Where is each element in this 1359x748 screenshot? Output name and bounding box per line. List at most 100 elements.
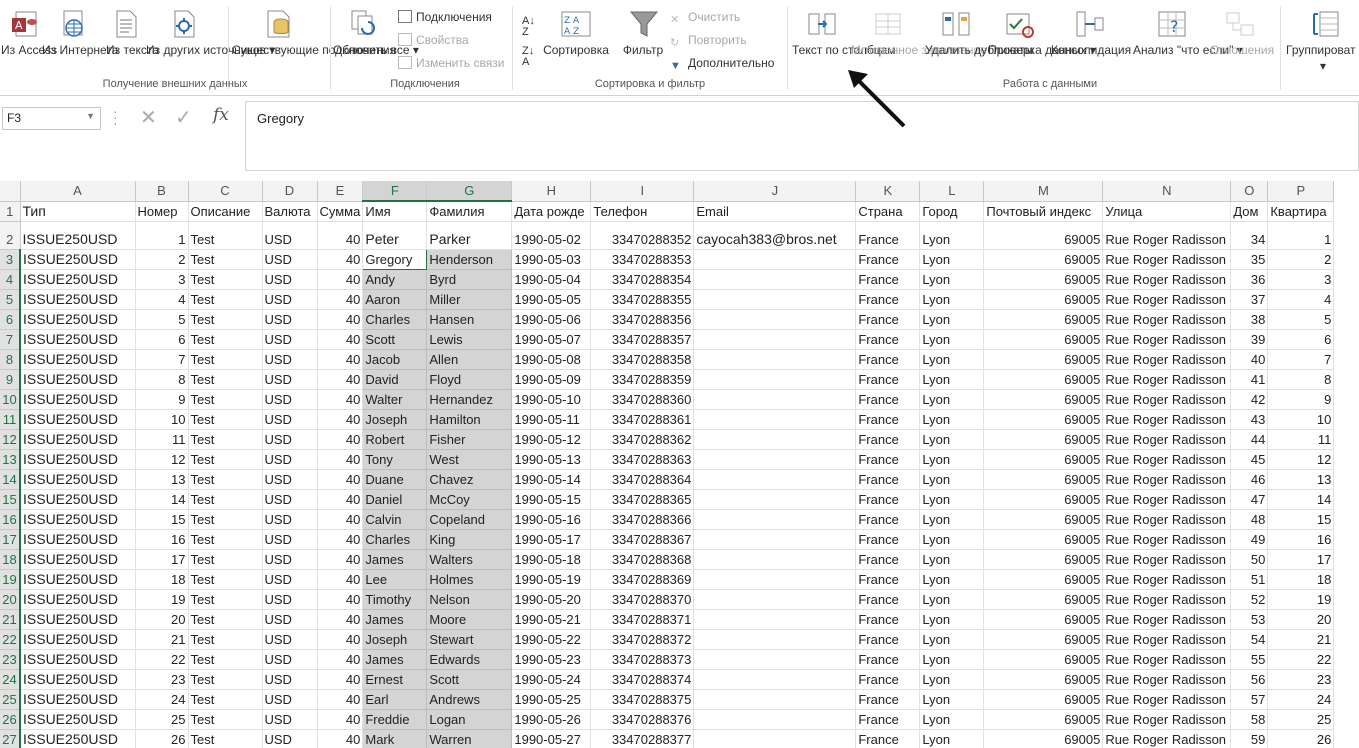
cell-C24[interactable]: Test <box>188 669 263 690</box>
cell-H25[interactable]: 1990-05-25 <box>511 689 592 710</box>
row-header[interactable]: 14 <box>0 469 21 490</box>
cell-B5[interactable]: 4 <box>135 289 189 310</box>
cell-F15[interactable]: Daniel <box>362 489 428 510</box>
flash-fill-button[interactable]: Мгновенное заполнение <box>851 42 987 58</box>
cell-C18[interactable]: Test <box>188 549 263 570</box>
row-header[interactable]: 26 <box>0 709 21 730</box>
cell-K3[interactable]: France <box>855 249 921 270</box>
cell-K23[interactable]: France <box>855 649 921 670</box>
cell-F8[interactable]: Jacob <box>362 349 428 370</box>
cell-E4[interactable]: 40 <box>317 269 364 290</box>
cell-B1[interactable]: Номер <box>135 201 189 222</box>
cell-O1[interactable]: Дом <box>1230 201 1269 222</box>
cell-I20[interactable]: 33470288370 <box>590 589 695 610</box>
cell-J12[interactable] <box>693 429 857 450</box>
cell-B17[interactable]: 16 <box>135 529 189 550</box>
cell-G3[interactable]: Henderson <box>426 249 513 270</box>
row-header[interactable]: 12 <box>0 429 21 450</box>
cell-B2[interactable]: 1 <box>135 221 189 250</box>
cell-M17[interactable]: 69005 <box>983 529 1104 550</box>
cell-N6[interactable]: Rue Roger Radisson <box>1102 309 1232 330</box>
refresh-all-button[interactable]: Обновить все ▾ <box>333 42 419 58</box>
column-header-A[interactable]: A <box>20 181 136 202</box>
cell-P15[interactable]: 14 <box>1267 489 1335 510</box>
cell-B7[interactable]: 6 <box>135 329 189 350</box>
cell-P12[interactable]: 11 <box>1267 429 1335 450</box>
cell-K12[interactable]: France <box>855 429 921 450</box>
cell-D19[interactable]: USD <box>262 569 318 590</box>
cell-H17[interactable]: 1990-05-17 <box>511 529 592 550</box>
cell-P8[interactable]: 7 <box>1267 349 1335 370</box>
cell-F19[interactable]: Lee <box>362 569 428 590</box>
cell-D16[interactable]: USD <box>262 509 318 530</box>
cell-N4[interactable]: Rue Roger Radisson <box>1102 269 1232 290</box>
cell-J3[interactable] <box>693 249 857 270</box>
cell-M20[interactable]: 69005 <box>983 589 1104 610</box>
cell-C10[interactable]: Test <box>188 389 263 410</box>
cell-F26[interactable]: Freddie <box>362 709 428 730</box>
cell-H9[interactable]: 1990-05-09 <box>511 369 592 390</box>
cell-C14[interactable]: Test <box>188 469 263 490</box>
cell-M26[interactable]: 69005 <box>983 709 1104 730</box>
cell-D20[interactable]: USD <box>262 589 318 610</box>
cell-G16[interactable]: Copeland <box>426 509 513 530</box>
column-header-B[interactable]: B <box>135 181 189 202</box>
cell-O14[interactable]: 46 <box>1230 469 1269 490</box>
cell-E18[interactable]: 40 <box>317 549 364 570</box>
cell-B9[interactable]: 8 <box>135 369 189 390</box>
cell-F9[interactable]: David <box>362 369 428 390</box>
cell-E16[interactable]: 40 <box>317 509 364 530</box>
cell-I25[interactable]: 33470288375 <box>590 689 695 710</box>
cell-I27[interactable]: 33470288377 <box>590 729 695 748</box>
cell-H1[interactable]: Дата рожде <box>511 201 592 222</box>
cell-F2[interactable]: Peter <box>362 221 428 250</box>
cell-H7[interactable]: 1990-05-07 <box>511 329 592 350</box>
cell-G24[interactable]: Scott <box>426 669 513 690</box>
cell-K6[interactable]: France <box>855 309 921 330</box>
cell-N8[interactable]: Rue Roger Radisson <box>1102 349 1232 370</box>
cell-E1[interactable]: Сумма <box>317 201 364 222</box>
cell-N3[interactable]: Rue Roger Radisson <box>1102 249 1232 270</box>
cell-D24[interactable]: USD <box>262 669 318 690</box>
cell-A4[interactable]: ISSUE250USD <box>20 269 136 290</box>
cell-L6[interactable]: Lyon <box>919 309 985 330</box>
cell-J25[interactable] <box>693 689 857 710</box>
column-header-K[interactable]: K <box>855 181 921 202</box>
cell-L9[interactable]: Lyon <box>919 369 985 390</box>
cell-B26[interactable]: 25 <box>135 709 189 730</box>
cell-D21[interactable]: USD <box>262 609 318 630</box>
cell-F20[interactable]: Timothy <box>362 589 428 610</box>
cell-F21[interactable]: James <box>362 609 428 630</box>
cell-H3[interactable]: 1990-05-03 <box>511 249 592 270</box>
cell-M11[interactable]: 69005 <box>983 409 1104 430</box>
cell-K20[interactable]: France <box>855 589 921 610</box>
cell-O4[interactable]: 36 <box>1230 269 1269 290</box>
row-header[interactable]: 15 <box>0 489 21 510</box>
cell-O13[interactable]: 45 <box>1230 449 1269 470</box>
row-header[interactable]: 5 <box>0 289 21 310</box>
cell-K13[interactable]: France <box>855 449 921 470</box>
cell-P25[interactable]: 24 <box>1267 689 1335 710</box>
cell-M25[interactable]: 69005 <box>983 689 1104 710</box>
cell-G7[interactable]: Lewis <box>426 329 513 350</box>
cell-M1[interactable]: Почтовый индекс <box>983 201 1104 222</box>
cell-C9[interactable]: Test <box>188 369 263 390</box>
cell-C15[interactable]: Test <box>188 489 263 510</box>
cell-A20[interactable]: ISSUE250USD <box>20 589 136 610</box>
cell-P2[interactable]: 1 <box>1267 221 1335 250</box>
cell-J14[interactable] <box>693 469 857 490</box>
advanced-button[interactable]: ▼ Дополнительно <box>670 55 774 72</box>
cell-D6[interactable]: USD <box>262 309 318 330</box>
cell-N13[interactable]: Rue Roger Radisson <box>1102 449 1232 470</box>
cell-C12[interactable]: Test <box>188 429 263 450</box>
cell-H22[interactable]: 1990-05-22 <box>511 629 592 650</box>
cell-B14[interactable]: 13 <box>135 469 189 490</box>
cell-H6[interactable]: 1990-05-06 <box>511 309 592 330</box>
cell-G10[interactable]: Hernandez <box>426 389 513 410</box>
cell-N25[interactable]: Rue Roger Radisson <box>1102 689 1232 710</box>
cell-O6[interactable]: 38 <box>1230 309 1269 330</box>
formula-input[interactable]: Gregory <box>245 101 1359 171</box>
cell-C20[interactable]: Test <box>188 589 263 610</box>
cell-C6[interactable]: Test <box>188 309 263 330</box>
cell-L19[interactable]: Lyon <box>919 569 985 590</box>
